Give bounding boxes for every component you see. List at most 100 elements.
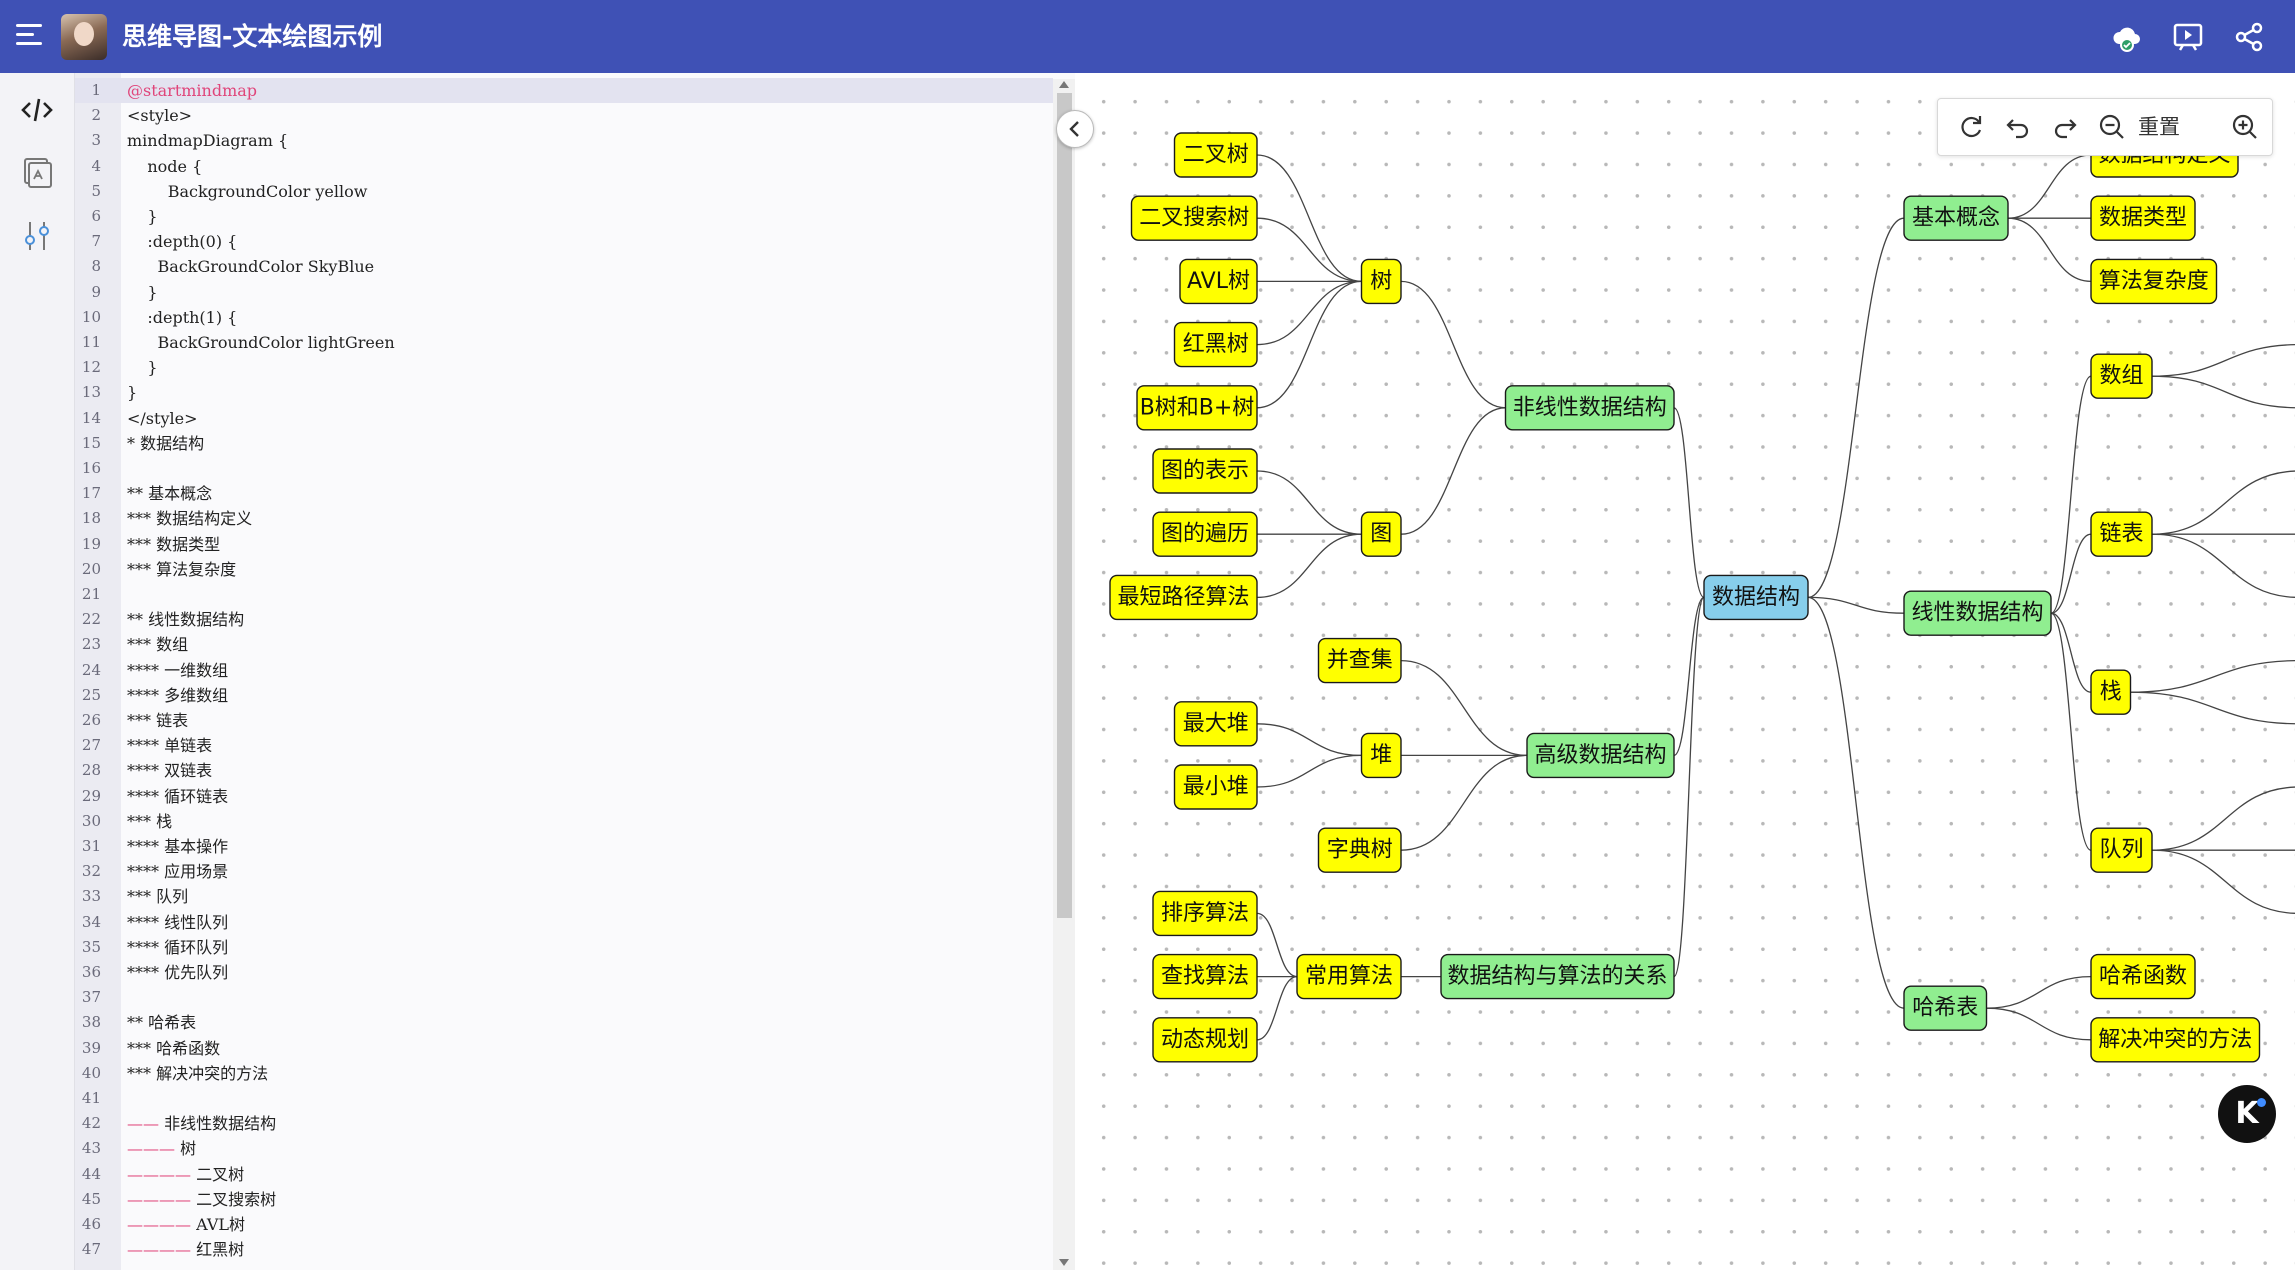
- code-line[interactable]: 38 ** 哈希表: [75, 1010, 1053, 1035]
- menu-icon[interactable]: [16, 24, 42, 46]
- collapse-editor-button[interactable]: [1056, 110, 1094, 148]
- code-text: *** 算法复杂度: [127, 559, 237, 579]
- line-number: 41: [81, 1089, 101, 1107]
- mindmap-connector: [1986, 975, 2092, 1009]
- scrollbar-thumb[interactable]: [1057, 93, 1072, 918]
- line-number: 19: [81, 534, 101, 553]
- code-line[interactable]: 10 :depth(1) {: [75, 305, 1053, 330]
- mindmap-node-label: 动态规划: [1161, 1027, 1249, 1052]
- mindmap-connector: [1807, 596, 1905, 1009]
- code-line[interactable]: 44 ———— 二叉树: [75, 1162, 1053, 1187]
- code-text: ——— 树: [127, 1139, 197, 1159]
- line-number: 29: [81, 786, 101, 805]
- avatar[interactable]: [61, 14, 107, 60]
- mindmap-node-label: 查找算法: [1161, 964, 1249, 989]
- code-line[interactable]: 31 **** 基本操作: [75, 834, 1053, 859]
- code-line[interactable]: 4 node {: [75, 154, 1053, 179]
- code-line[interactable]: 36 **** 优先队列: [75, 960, 1053, 985]
- code-line[interactable]: 12 }: [75, 355, 1053, 380]
- code-line[interactable]: 37: [75, 985, 1053, 1010]
- code-line[interactable]: 39 *** 哈希函数: [75, 1036, 1053, 1061]
- code-line[interactable]: 29 **** 循环链表: [75, 784, 1053, 809]
- scroll-up-arrow-icon[interactable]: [1059, 81, 1069, 88]
- refresh-icon[interactable]: [1955, 111, 1987, 143]
- code-line[interactable]: 22 ** 线性数据结构: [75, 607, 1053, 632]
- code-editor[interactable]: 1 @startmindmap 2 <style> 3 mindmapDiagram {4…: [75, 73, 1075, 1270]
- line-number: 39: [81, 1038, 101, 1057]
- code-text: ** 哈希表: [127, 1013, 197, 1033]
- settings-sliders-icon[interactable]: [20, 219, 54, 253]
- code-line[interactable]: 8 BackGroundColor SkyBlue: [75, 254, 1053, 279]
- mindmap-connector: [1256, 533, 1362, 599]
- code-line[interactable]: 1 @startmindmap: [75, 78, 1053, 104]
- code-text: **** 优先队列: [127, 963, 229, 982]
- code-line[interactable]: 27 **** 单链表: [75, 733, 1053, 758]
- code-line[interactable]: 40 *** 解决冲突的方法: [75, 1061, 1053, 1086]
- mindmap-connector: [2130, 660, 2295, 693]
- code-text: *** 栈: [127, 811, 173, 831]
- code-line[interactable]: 43 ——— 树: [75, 1136, 1053, 1161]
- code-text: ———— 红黑树: [127, 1240, 245, 1260]
- code-line[interactable]: 45 ———— 二叉搜索树: [75, 1187, 1053, 1212]
- code-line[interactable]: 3 mindmapDiagram {: [75, 128, 1053, 153]
- code-line[interactable]: 34 **** 线性队列: [75, 910, 1053, 935]
- code-line[interactable]: 5 BackgroundColor yellow: [75, 179, 1053, 204]
- code-line[interactable]: 30 *** 栈: [75, 809, 1053, 834]
- line-number: 47: [81, 1240, 101, 1259]
- code-line[interactable]: 17 ** 基本概念: [75, 481, 1053, 506]
- code-line[interactable]: 47 ———— 红黑树: [75, 1237, 1053, 1262]
- mindmap-node-label: 队列: [2099, 838, 2143, 863]
- code-line[interactable]: 16: [75, 456, 1053, 481]
- mindmap-connector: [2151, 786, 2295, 851]
- code-line[interactable]: 32 **** 应用场景: [75, 859, 1053, 884]
- code-line[interactable]: 26 *** 链表: [75, 708, 1053, 733]
- code-line[interactable]: 18 *** 数据结构定义: [75, 506, 1053, 531]
- mindmap-node-label: 树: [1370, 269, 1392, 294]
- mindmap-canvas[interactable]: 基本概念数据结构定义数据类型算法复杂度线性数据结构数组一维数组多维数组链表单链表…: [1076, 73, 2295, 1270]
- mindmap-connector: [1986, 1007, 2092, 1041]
- undo-icon[interactable]: [2002, 111, 2034, 143]
- code-line[interactable]: 20 *** 算法复杂度: [75, 557, 1053, 582]
- code-icon[interactable]: [20, 93, 54, 127]
- template-icon[interactable]: [20, 155, 54, 189]
- code-text: **** 双链表: [127, 761, 213, 781]
- code-line[interactable]: 21: [75, 582, 1053, 607]
- code-text: *** 链表: [127, 711, 189, 730]
- code-line[interactable]: 25 **** 多维数组: [75, 683, 1053, 708]
- redo-icon[interactable]: [2049, 111, 2081, 143]
- code-line[interactable]: 23 *** 数组: [75, 632, 1053, 657]
- mindmap-connector: [1256, 754, 1362, 788]
- code-line[interactable]: 35 **** 循环队列: [75, 935, 1053, 960]
- code-text: ———— 二叉树: [127, 1164, 245, 1184]
- mindmap-connector: [1256, 280, 1362, 346]
- code-line[interactable]: 28 **** 双链表: [75, 758, 1053, 783]
- mindmap-node-label: 最短路径算法: [1117, 585, 1249, 610]
- code-line[interactable]: 33 *** 队列: [75, 884, 1053, 909]
- code-line[interactable]: 13}: [75, 380, 1053, 405]
- code-line[interactable]: 41: [75, 1086, 1053, 1111]
- code-line[interactable]: 15 * 数据结构: [75, 431, 1053, 456]
- presentation-play-icon[interactable]: [2171, 20, 2205, 54]
- code-line[interactable]: 6 }: [75, 204, 1053, 229]
- editor-scrollbar[interactable]: [1053, 79, 1075, 1270]
- line-number: 27: [81, 736, 101, 755]
- zoom-in-icon[interactable]: [2229, 111, 2261, 143]
- mindmap-diagram: 基本概念数据结构定义数据类型算法复杂度线性数据结构数组一维数组多维数组链表单链表…: [1109, 132, 2295, 1063]
- code-line[interactable]: 19 *** 数据类型: [75, 532, 1053, 557]
- code-line[interactable]: 14 </style>: [75, 406, 1053, 431]
- code-line[interactable]: 11 BackGroundColor lightGreen: [75, 330, 1053, 355]
- code-line[interactable]: 46 ———— AVL树: [75, 1212, 1053, 1237]
- code-line[interactable]: 42 —— 非线性数据结构: [75, 1111, 1053, 1136]
- code-line[interactable]: 9 }: [75, 280, 1053, 305]
- reset-zoom-button[interactable]: 重置: [2138, 99, 2180, 155]
- share-icon[interactable]: [2232, 20, 2266, 54]
- scroll-down-arrow-icon[interactable]: [1059, 1259, 1069, 1266]
- line-number: 23: [81, 635, 101, 654]
- code-line[interactable]: 7 :depth(0) {: [75, 229, 1053, 254]
- code-line[interactable]: 2 <style>: [75, 103, 1053, 128]
- code-line[interactable]: 24 **** 一维数组: [75, 658, 1053, 683]
- code-text: BackgroundColor yellow: [127, 181, 368, 201]
- assistant-badge-icon[interactable]: K: [2218, 1085, 2276, 1143]
- cloud-sync-icon[interactable]: [2110, 20, 2144, 54]
- zoom-out-icon[interactable]: [2096, 111, 2128, 143]
